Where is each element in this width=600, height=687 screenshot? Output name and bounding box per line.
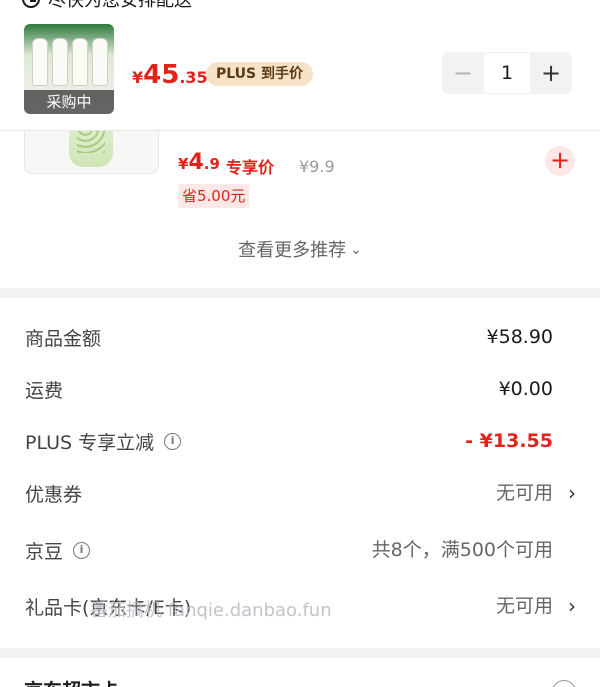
- original-price: ¥9.9: [299, 157, 335, 176]
- add-to-cart-button[interactable]: +: [545, 146, 575, 176]
- cart-product-milk: 采购中 ¥ 45 .35 PLUS 到手价 − 1 +: [0, 18, 600, 130]
- summary-value: ¥0.00: [498, 378, 553, 400]
- summary-value: 无可用: [495, 595, 553, 617]
- chevron-down-icon: ⌄: [350, 242, 362, 258]
- summary-label: 运费: [25, 379, 64, 402]
- section-gap: [0, 648, 600, 658]
- plus-icon[interactable]: +: [530, 52, 572, 94]
- info-icon[interactable]: i: [164, 432, 182, 450]
- summary-value: ¥58.90: [486, 326, 553, 348]
- summary-label: 优惠券: [25, 483, 83, 506]
- clock-icon: [22, 0, 40, 8]
- summary-plus-discount: PLUS 专享立减 i - ¥13.55: [0, 426, 600, 456]
- product-thumbnail-milk[interactable]: 采购中: [24, 24, 114, 114]
- quantity-input[interactable]: 1: [484, 52, 530, 94]
- section-title: 京东超市卡: [24, 676, 119, 687]
- delivery-note-text: 尽快为您安排配送: [48, 0, 192, 11]
- summary-coupon[interactable]: 优惠券 无可用 ›: [0, 478, 600, 508]
- save-amount-badge: 省5.00元: [178, 184, 250, 208]
- product-price: ¥ 45 .35: [132, 60, 208, 90]
- watermark: 番茄搞机 fanqie.danbao.fun: [90, 600, 332, 621]
- recommend-price: ¥ 4 .9: [178, 150, 220, 175]
- see-more-recommendations[interactable]: 查看更多推荐 ⌄: [0, 236, 600, 262]
- summary-label: 商品金额: [25, 327, 102, 350]
- see-more-label: 查看更多推荐: [238, 240, 347, 261]
- summary-goods-amount: 商品金额 ¥58.90: [0, 322, 600, 352]
- minus-icon[interactable]: −: [442, 52, 484, 94]
- chevron-right-icon: ›: [568, 481, 576, 505]
- exclusive-price-label: 专享价: [226, 158, 275, 177]
- section-gap: [0, 288, 600, 298]
- quantity-stepper: − 1 +: [442, 52, 576, 94]
- summary-shipping: 运费 ¥0.00: [0, 374, 600, 404]
- summary-value: - ¥13.55: [465, 430, 553, 452]
- plus-price-badge: PLUS 到手价: [206, 62, 314, 86]
- summary-jd-beans: 京豆 i 共8个，满500个可用: [0, 535, 600, 565]
- divider: [0, 130, 600, 131]
- summary-label: 京豆: [25, 540, 64, 563]
- summary-label: PLUS 专享立减: [25, 431, 155, 454]
- info-icon[interactable]: i: [73, 541, 91, 559]
- summary-value: 共8个，满500个可用: [371, 539, 553, 561]
- summary-value: 无可用: [495, 482, 553, 504]
- select-circle-icon[interactable]: [552, 680, 576, 687]
- purchasing-status-tag: 采购中: [24, 90, 114, 114]
- product-image: [32, 38, 108, 86]
- delivery-note: 尽快为您安排配送: [0, 0, 192, 12]
- chevron-right-icon: ›: [568, 594, 576, 618]
